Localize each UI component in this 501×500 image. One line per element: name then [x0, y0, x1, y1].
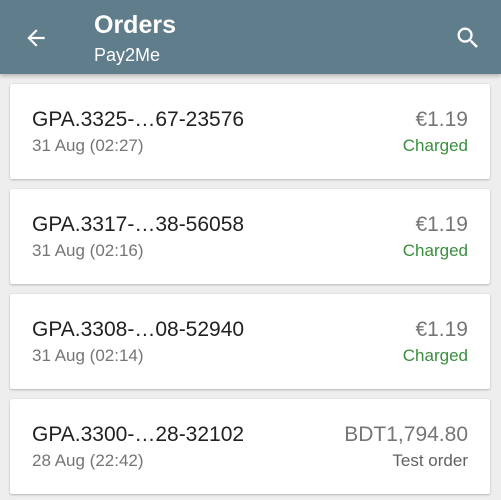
order-card[interactable]: GPA.3300-…28-32102 28 Aug (22:42) BDT1,7… [10, 399, 490, 494]
order-amount: €1.19 [415, 108, 468, 131]
order-amount: €1.19 [415, 213, 468, 236]
page-title: Orders [94, 11, 176, 39]
order-amount: BDT1,794.80 [344, 423, 468, 446]
search-button[interactable] [448, 18, 488, 58]
order-card[interactable]: GPA.3325-…67-23576 31 Aug (02:27) €1.19 … [10, 84, 490, 179]
order-card[interactable]: GPA.3308-…08-52940 31 Aug (02:14) €1.19 … [10, 294, 490, 389]
order-status: Charged [402, 346, 468, 365]
order-amount: €1.19 [415, 318, 468, 341]
app-bar: Orders Pay2Me [0, 0, 501, 74]
order-id: GPA.3317-…38-56058 [32, 213, 245, 236]
order-status: Charged [402, 241, 468, 260]
order-card[interactable]: GPA.3317-…38-56058 31 Aug (02:16) €1.19 … [10, 189, 490, 284]
order-id: GPA.3325-…67-23576 [32, 108, 245, 131]
back-button[interactable] [18, 20, 54, 56]
page-subtitle: Pay2Me [94, 45, 161, 65]
arrow-left-icon [27, 29, 45, 47]
order-date: 31 Aug (02:14) [32, 346, 144, 365]
order-status: Charged [402, 136, 468, 155]
order-date: 28 Aug (22:42) [32, 451, 144, 470]
order-id: GPA.3308-…08-52940 [32, 318, 245, 341]
order-date: 31 Aug (02:27) [32, 136, 144, 155]
order-status: Test order [392, 451, 468, 470]
order-date: 31 Aug (02:16) [32, 241, 144, 260]
order-id: GPA.3300-…28-32102 [32, 423, 245, 446]
search-icon [457, 27, 478, 48]
